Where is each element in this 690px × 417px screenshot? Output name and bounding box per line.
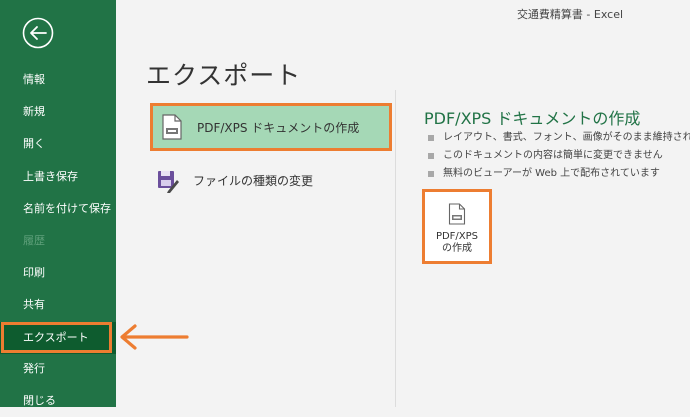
sidebar-item-share[interactable]: 共有: [0, 289, 116, 321]
pdf-document-icon: [448, 203, 466, 225]
list-item: レイアウト、書式、フォント、画像がそのまま維持されます: [428, 129, 690, 147]
save-edit-icon: [158, 171, 179, 193]
backstage-sidebar: 情報 新規 開く 上書き保存 名前を付けて保存 履歴 印刷 共有 エクスポート …: [0, 0, 116, 407]
sidebar-item-publish[interactable]: 発行: [0, 353, 116, 385]
back-button[interactable]: [22, 17, 54, 49]
sidebar-item-save-as[interactable]: 名前を付けて保存: [0, 193, 116, 225]
button-label-line1: PDF/XPS: [435, 231, 479, 242]
create-pdf-xps-button[interactable]: PDF/XPS の作成: [422, 189, 492, 264]
window-title: 交通費精算書 - Excel: [516, 8, 624, 21]
sidebar-item-history: 履歴: [23, 234, 45, 247]
list-item: 無料のビューアーが Web 上で配布されています: [428, 165, 690, 183]
panel-divider: [395, 90, 396, 407]
sidebar-item-new[interactable]: 新規: [0, 96, 116, 128]
list-item: このドキュメントの内容は簡単に変更できません: [428, 147, 690, 165]
detail-title: PDF/XPS ドキュメントの作成: [424, 109, 641, 128]
sidebar-item-export[interactable]: エクスポート: [0, 322, 116, 354]
sidebar-item-open[interactable]: 開く: [0, 128, 116, 160]
page-title: エクスポート: [146, 61, 302, 90]
sidebar-item-info[interactable]: 情報: [0, 64, 116, 96]
option-change-file-type[interactable]: ファイルの種類の変更: [150, 156, 392, 204]
sidebar-item-close[interactable]: 閉じる: [0, 385, 116, 417]
button-label-line2: の作成: [442, 243, 472, 254]
back-arrow-icon: [22, 17, 54, 49]
left-arrow-icon: [120, 324, 189, 350]
pdf-document-icon: [162, 114, 182, 140]
sidebar-item-save[interactable]: 上書き保存: [0, 161, 116, 193]
option-label: ファイルの種類の変更: [193, 173, 314, 188]
option-label: PDF/XPS ドキュメントの作成: [197, 120, 360, 135]
detail-bullet-list: レイアウト、書式、フォント、画像がそのまま維持されます このドキュメントの内容は…: [428, 129, 690, 183]
option-create-pdf-xps[interactable]: PDF/XPS ドキュメントの作成: [150, 103, 392, 151]
sidebar-item-print[interactable]: 印刷: [0, 257, 116, 289]
